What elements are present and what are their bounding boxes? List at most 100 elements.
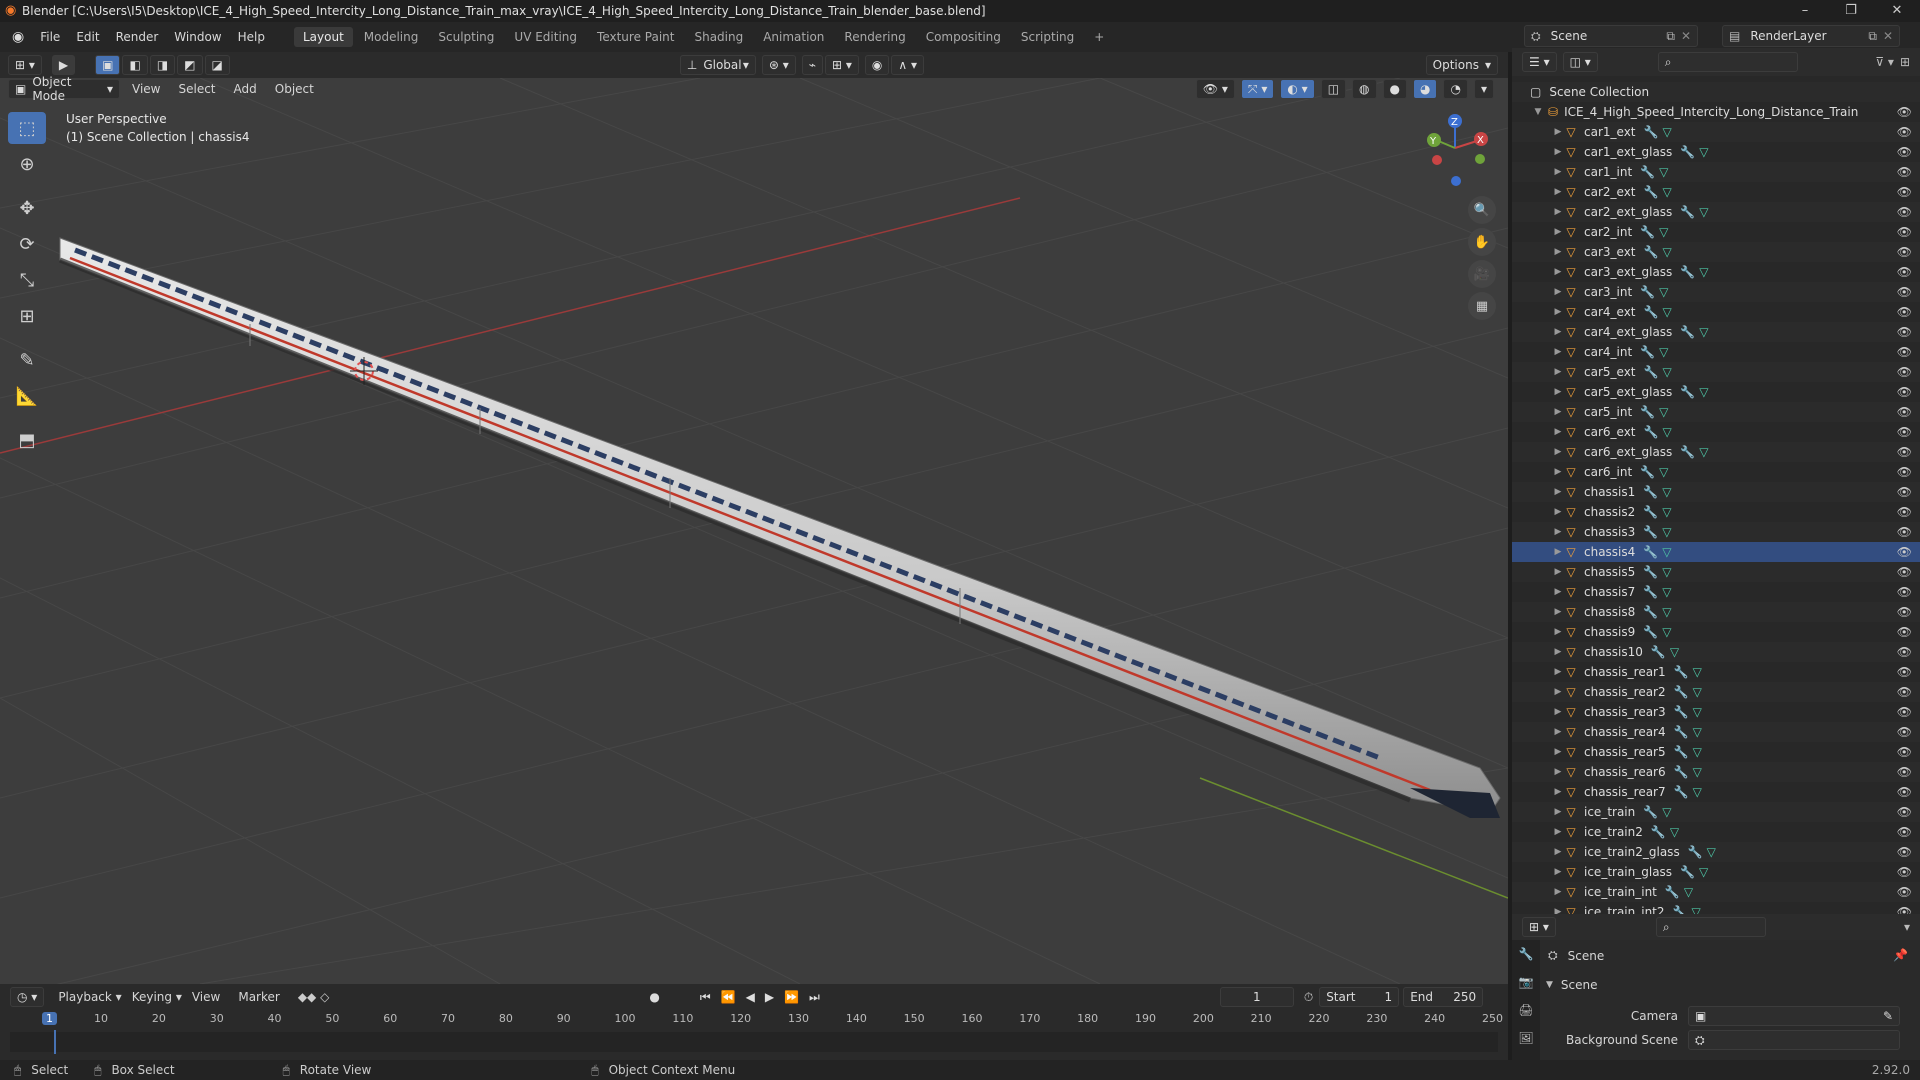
proportional-falloff-dropdown[interactable]: ∧ ▾ (891, 55, 925, 75)
eye-icon[interactable]: 👁 (1897, 445, 1912, 459)
current-frame-field[interactable]: 1 (1219, 987, 1294, 1007)
zoom-icon[interactable]: 🔍 (1468, 196, 1496, 224)
view-layer-selector[interactable]: ▤ RenderLayer ⧉ ✕ (1722, 25, 1900, 47)
3d-viewport[interactable]: Z X Y (0, 78, 1508, 984)
expand-chevron-icon[interactable]: ▶ (1552, 207, 1564, 217)
viewport-menu-view[interactable]: View (132, 82, 160, 96)
modifier-wrench-icon[interactable]: 🔧 (1644, 125, 1659, 139)
mesh-data-icon[interactable]: ▽ (1670, 645, 1679, 659)
select-subtract-mode-button[interactable]: ◨ (149, 55, 176, 75)
move-tool[interactable]: ✥ (8, 192, 46, 224)
outliner-object-row[interactable]: ▶ ▽ car5_ext_glass 🔧 ▽ 👁 (1512, 382, 1920, 402)
scene-selector[interactable]: ⛭ Scene ⧉ ✕ (1524, 25, 1698, 47)
transform-tool[interactable]: ⊞ (8, 300, 46, 332)
blender-menu-icon[interactable]: ◉ (12, 29, 24, 45)
end-frame-field[interactable]: End 250 (1403, 987, 1484, 1007)
timeline-menu-playback[interactable]: Playback ▾ (58, 990, 121, 1004)
modifier-wrench-icon[interactable]: 🔧 (1651, 825, 1666, 839)
mesh-data-icon[interactable]: ▽ (1693, 705, 1702, 719)
background-scene-field[interactable]: ⛭ (1688, 1030, 1900, 1050)
jump-end-icon[interactable]: ⏭ (809, 990, 820, 1005)
snap-target-dropdown[interactable]: ⊞ ▾ (825, 55, 859, 75)
eye-icon[interactable]: 👁 (1897, 865, 1912, 879)
outliner-object-row[interactable]: ▶ ▽ car2_ext_glass 🔧 ▽ 👁 (1512, 202, 1920, 222)
gizmo-toggle[interactable]: ⤧ ▾ (1240, 79, 1275, 99)
scene-collection-row[interactable]: ▢ Scene Collection (1512, 82, 1920, 102)
camera-view-icon[interactable]: 🎥 (1468, 260, 1496, 288)
modifier-wrench-icon[interactable]: 🔧 (1680, 265, 1695, 279)
outliner-object-row[interactable]: ▶ ▽ car5_int 🔧 ▽ 👁 (1512, 402, 1920, 422)
outliner-object-row[interactable]: ▶ ▽ car6_ext 🔧 ▽ 👁 (1512, 422, 1920, 442)
expand-chevron-icon[interactable]: ▶ (1552, 247, 1564, 257)
mesh-data-icon[interactable]: ▽ (1693, 765, 1702, 779)
expand-chevron-icon[interactable]: ▶ (1552, 507, 1564, 517)
eye-icon[interactable]: 👁 (1897, 745, 1912, 759)
mesh-data-icon[interactable]: ▽ (1693, 785, 1702, 799)
outliner-object-row[interactable]: ▶ ▽ car2_int 🔧 ▽ 👁 (1512, 222, 1920, 242)
eye-icon[interactable]: 👁 (1897, 505, 1912, 519)
expand-chevron-icon[interactable]: ▶ (1552, 887, 1564, 897)
select-invert-mode-button[interactable]: ◩ (177, 55, 203, 75)
modifier-wrench-icon[interactable]: 🔧 (1640, 465, 1655, 479)
modifier-wrench-icon[interactable]: 🔧 (1680, 385, 1695, 399)
select-box-tool[interactable]: ⬚ (8, 112, 46, 144)
tool-properties-tab[interactable]: 🔧 (1512, 940, 1540, 968)
mesh-data-icon[interactable]: ▽ (1684, 885, 1693, 899)
expand-chevron-icon[interactable]: ▶ (1552, 367, 1564, 377)
eye-icon[interactable]: 👁 (1897, 725, 1912, 739)
measure-tool[interactable]: 📐 (8, 380, 46, 412)
eye-icon[interactable]: 👁 (1897, 325, 1912, 339)
mesh-data-icon[interactable]: ▽ (1707, 845, 1716, 859)
tab-animation[interactable]: Animation (754, 27, 833, 47)
outliner-object-row[interactable]: ▶ ▽ car1_int 🔧 ▽ 👁 (1512, 162, 1920, 182)
eye-icon[interactable]: 👁 (1897, 265, 1912, 279)
mesh-data-icon[interactable]: ▽ (1699, 325, 1708, 339)
editor-type-button[interactable]: ⊞ ▾ (8, 55, 42, 75)
start-frame-field[interactable]: Start 1 (1319, 987, 1400, 1007)
expand-chevron-icon[interactable]: ▶ (1552, 187, 1564, 197)
shading-material-button[interactable]: ◕ (1413, 79, 1438, 99)
modifier-wrench-icon[interactable]: 🔧 (1674, 665, 1689, 679)
modifier-wrench-icon[interactable]: 🔧 (1640, 165, 1655, 179)
expand-chevron-icon[interactable]: ▶ (1552, 627, 1564, 637)
delete-scene-icon[interactable]: ✕ (1681, 29, 1691, 43)
mesh-data-icon[interactable]: ▽ (1699, 205, 1708, 219)
mesh-data-icon[interactable]: ▽ (1662, 605, 1671, 619)
outliner-object-row[interactable]: ▶ ▽ car3_ext_glass 🔧 ▽ 👁 (1512, 262, 1920, 282)
outliner-object-row[interactable]: ▶ ▽ chassis8 🔧 ▽ 👁 (1512, 602, 1920, 622)
filter-icon[interactable]: ⊽ ▾ (1875, 55, 1894, 69)
outliner-object-row[interactable]: ▶ ▽ car1_ext_glass 🔧 ▽ 👁 (1512, 142, 1920, 162)
delete-view-layer-icon[interactable]: ✕ (1883, 29, 1893, 43)
outliner-object-row[interactable]: ▶ ▽ ice_train 🔧 ▽ 👁 (1512, 802, 1920, 822)
outliner-object-row[interactable]: ▶ ▽ car4_int 🔧 ▽ 👁 (1512, 342, 1920, 362)
modifier-wrench-icon[interactable]: 🔧 (1680, 445, 1695, 459)
camera-field[interactable]: ▣ ✎ (1688, 1006, 1900, 1026)
modifier-wrench-icon[interactable]: 🔧 (1643, 505, 1658, 519)
modifier-wrench-icon[interactable]: 🔧 (1640, 345, 1655, 359)
expand-chevron-icon[interactable]: ▶ (1552, 407, 1564, 417)
expand-chevron-icon[interactable]: ▶ (1552, 347, 1564, 357)
expand-chevron-icon[interactable]: ▶ (1552, 587, 1564, 597)
expand-chevron-icon[interactable]: ▶ (1552, 687, 1564, 697)
outliner-object-row[interactable]: ▶ ▽ chassis10 🔧 ▽ 👁 (1512, 642, 1920, 662)
eye-icon[interactable]: 👁 (1897, 385, 1912, 399)
modifier-wrench-icon[interactable]: 🔧 (1674, 745, 1689, 759)
pan-hand-icon[interactable]: ✋ (1468, 228, 1496, 256)
modifier-wrench-icon[interactable]: 🔧 (1674, 685, 1689, 699)
expand-chevron-icon[interactable]: ▶ (1552, 547, 1564, 557)
select-intersect-mode-button[interactable]: ◪ (204, 55, 230, 75)
playhead[interactable] (54, 1030, 56, 1054)
ortho-grid-icon[interactable]: ▦ (1468, 292, 1496, 320)
tab-texture-paint[interactable]: Texture Paint (588, 27, 683, 47)
navigation-gizmo[interactable]: Z X Y (1427, 114, 1488, 186)
shading-options-dropdown[interactable]: ▾ (1473, 79, 1494, 99)
eye-icon[interactable]: 👁 (1897, 805, 1912, 819)
outliner-object-row[interactable]: ▶ ▽ chassis5 🔧 ▽ 👁 (1512, 562, 1920, 582)
outliner-object-row[interactable]: ▶ ▽ chassis_rear5 🔧 ▽ 👁 (1512, 742, 1920, 762)
viewport-menu-select[interactable]: Select (178, 82, 215, 96)
play-icon[interactable]: ▶ (765, 990, 774, 1005)
outliner-object-row[interactable]: ▶ ▽ chassis_rear2 🔧 ▽ 👁 (1512, 682, 1920, 702)
eye-icon[interactable]: 👁 (1897, 105, 1912, 119)
modifier-wrench-icon[interactable]: 🔧 (1643, 545, 1658, 559)
viewport-menu-add[interactable]: Add (234, 82, 257, 96)
